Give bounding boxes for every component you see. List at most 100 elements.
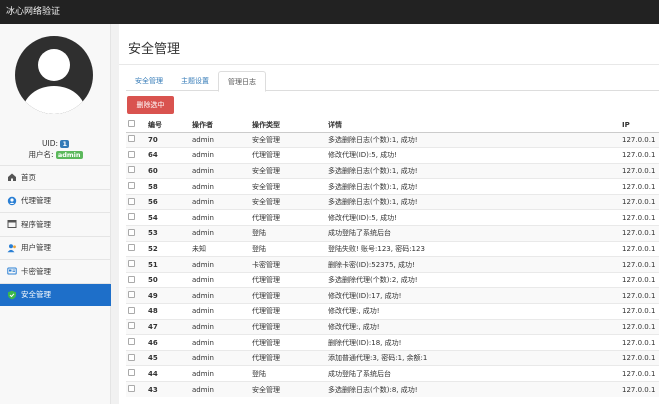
table-row[interactable]: 45 admin 代理管理 添加普通代理:3, 密码:1, 余额:1 127.0.0.1 [126, 349, 659, 366]
cell-operator: admin [192, 318, 252, 335]
cell-id: 60 [148, 162, 192, 179]
row-checkbox[interactable] [126, 365, 148, 382]
cell-type: 安全管理 [252, 178, 328, 195]
tab-security[interactable]: 安全管理 [126, 71, 172, 91]
row-checkbox[interactable] [126, 381, 148, 398]
cell-operator: admin [192, 349, 252, 366]
cell-detail: 登陆失败! 账号:123, 密码:123 [328, 240, 622, 257]
cell-type: 代理管理 [252, 287, 328, 304]
sidebar-item-security[interactable]: 安全管理 [0, 282, 111, 306]
sidebar-item-label: 卡密管理 [21, 266, 51, 276]
sidebar-item-cards[interactable]: 卡密管理 [0, 259, 111, 283]
row-checkbox[interactable] [126, 225, 148, 242]
table-row[interactable]: 64 admin 代理管理 修改代理(ID):5, 成功! 127.0.0.1 [126, 147, 659, 164]
cell-detail: 修改代理(ID):5, 成功! [328, 209, 622, 226]
cell-type: 代理管理 [252, 271, 328, 288]
cell-operator: admin [192, 147, 252, 164]
program-icon [7, 219, 17, 229]
header-operator[interactable]: 操作者 [192, 118, 252, 133]
tab-admin-log[interactable]: 管理日志 [218, 71, 266, 92]
cell-id: 49 [148, 287, 192, 304]
table-row[interactable]: 47 admin 代理管理 修改代理:, 成功! 127.0.0.1 [126, 318, 659, 335]
row-checkbox[interactable] [126, 303, 148, 320]
cell-type: 安全管理 [252, 131, 328, 148]
table-row[interactable]: 43 admin 安全管理 多选删除日志(个数):8, 成功! 127.0.0.1 [126, 381, 659, 398]
cell-ip: 127.0.0.1 [622, 147, 659, 164]
row-checkbox[interactable] [126, 271, 148, 288]
row-checkbox[interactable] [126, 131, 148, 148]
header-ip[interactable]: IP [622, 118, 659, 133]
table-row[interactable]: 53 admin 登陆 成功登陆了系统后台 127.0.0.1 [126, 225, 659, 242]
cell-detail: 删除代理(ID):18, 成功! [328, 334, 622, 351]
cell-detail: 多选删除日志(个数):1, 成功! [328, 162, 622, 179]
log-table: 编号 操作者 操作类型 详情 IP 70 admin 安全管理 多选删除日志(个数):… [126, 118, 659, 398]
table-row[interactable]: 70 admin 安全管理 多选删除日志(个数):1, 成功! 127.0.0.1 [126, 131, 659, 148]
table-row[interactable]: 54 admin 代理管理 修改代理(ID):5, 成功! 127.0.0.1 [126, 209, 659, 226]
row-checkbox[interactable] [126, 193, 148, 210]
sidebar-item-users[interactable]: 用户管理 [0, 235, 111, 260]
sidebar-item-programs[interactable]: 程序管理 [0, 212, 111, 236]
cell-detail: 修改代理:, 成功! [328, 303, 622, 320]
table-row[interactable]: 52 未知 登陆 登陆失败! 账号:123, 密码:123 127.0.0.1 [126, 240, 659, 257]
cell-id: 52 [148, 240, 192, 257]
table-header-row: 编号 操作者 操作类型 详情 IP [126, 118, 659, 133]
cell-detail: 修改代理:, 成功! [328, 318, 622, 335]
cell-operator: admin [192, 334, 252, 351]
cell-id: 56 [148, 193, 192, 210]
cell-id: 44 [148, 365, 192, 382]
sidebar-item-label: 安全管理 [21, 290, 51, 300]
table-row[interactable]: 51 admin 卡密管理 删除卡密(ID):52375, 成功! 127.0.0.1 [126, 256, 659, 273]
cell-detail: 成功登陆了系统后台 [328, 225, 622, 242]
cell-detail: 多选删除日志(个数):1, 成功! [328, 131, 622, 148]
cell-operator: admin [192, 193, 252, 210]
header-type[interactable]: 操作类型 [252, 118, 328, 133]
row-checkbox[interactable] [126, 287, 148, 304]
row-checkbox[interactable] [126, 349, 148, 366]
row-checkbox[interactable] [126, 209, 148, 226]
row-checkbox[interactable] [126, 318, 148, 335]
table-row[interactable]: 44 admin 登陆 成功登陆了系统后台 127.0.0.1 [126, 365, 659, 382]
cell-operator: admin [192, 178, 252, 195]
table-row[interactable]: 48 admin 代理管理 修改代理:, 成功! 127.0.0.1 [126, 303, 659, 320]
cell-operator: admin [192, 287, 252, 304]
cell-ip: 127.0.0.1 [622, 162, 659, 179]
table-row[interactable]: 58 admin 安全管理 多选删除日志(个数):1, 成功! 127.0.0.1 [126, 178, 659, 195]
header-id[interactable]: 编号 [148, 118, 192, 133]
sidebar-item-home[interactable]: 首页 [0, 165, 111, 189]
cell-operator: admin [192, 225, 252, 242]
table-row[interactable]: 50 admin 代理管理 多选删除代理(个数):2, 成功! 127.0.0.1 [126, 271, 659, 288]
cell-type: 安全管理 [252, 193, 328, 210]
cell-operator: admin [192, 162, 252, 179]
cell-ip: 127.0.0.1 [622, 287, 659, 304]
table-row[interactable]: 56 admin 安全管理 多选删除日志(个数):1, 成功! 127.0.0.1 [126, 193, 659, 210]
header-detail[interactable]: 详情 [328, 118, 622, 133]
cell-id: 48 [148, 303, 192, 320]
sidebar-item-agents[interactable]: 代理管理 [0, 188, 111, 213]
tab-theme[interactable]: 主题设置 [172, 71, 218, 91]
row-checkbox[interactable] [126, 256, 148, 273]
cell-detail: 成功登陆了系统后台 [328, 365, 622, 382]
row-checkbox[interactable] [126, 178, 148, 195]
cell-id: 43 [148, 381, 192, 398]
cell-ip: 127.0.0.1 [622, 193, 659, 210]
username-line: 用户名: admin [0, 149, 111, 160]
cell-operator: admin [192, 381, 252, 398]
cell-detail: 修改代理(ID):5, 成功! [328, 147, 622, 164]
card-icon [7, 266, 17, 276]
cell-id: 58 [148, 178, 192, 195]
row-checkbox[interactable] [126, 147, 148, 164]
table-row[interactable]: 46 admin 代理管理 删除代理(ID):18, 成功! 127.0.0.1 [126, 334, 659, 351]
select-all-checkbox[interactable] [126, 118, 148, 133]
cell-ip: 127.0.0.1 [622, 225, 659, 242]
cell-type: 代理管理 [252, 318, 328, 335]
cell-id: 46 [148, 334, 192, 351]
page-title: 安全管理 [128, 42, 181, 57]
table-row[interactable]: 49 admin 代理管理 修改代理(ID):17, 成功! 127.0.0.1 [126, 287, 659, 304]
username-badge: admin [55, 151, 83, 159]
row-checkbox[interactable] [126, 334, 148, 351]
delete-selected-button[interactable]: 删除选中 [127, 96, 174, 114]
sidebar-item-label: 用户管理 [21, 243, 51, 253]
table-row[interactable]: 60 admin 安全管理 多选删除日志(个数):1, 成功! 127.0.0.1 [126, 162, 659, 179]
row-checkbox[interactable] [126, 240, 148, 257]
row-checkbox[interactable] [126, 162, 148, 179]
